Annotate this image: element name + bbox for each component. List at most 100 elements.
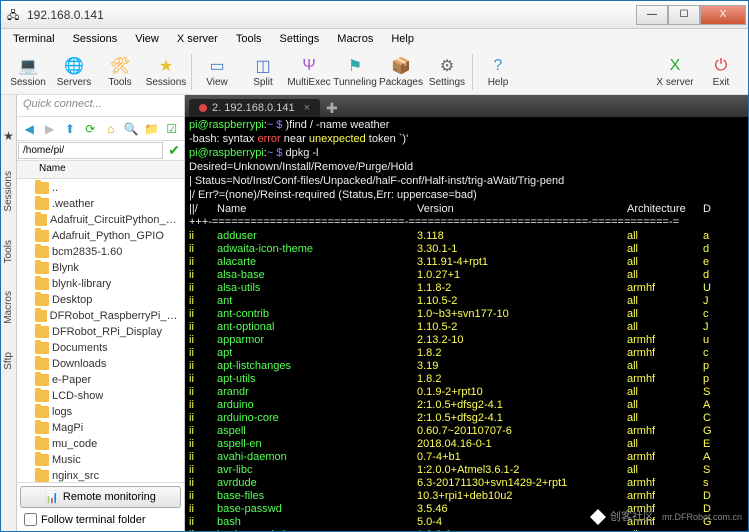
multiexec-icon: Ψ (299, 56, 319, 76)
folder-icon (35, 406, 49, 418)
file-item[interactable]: Music (19, 452, 182, 468)
star-icon[interactable]: ★ (2, 125, 15, 147)
x server-icon: X (665, 56, 685, 76)
folder-icon (35, 342, 49, 354)
toolbar-view-button[interactable]: ▭View (194, 51, 240, 93)
file-item[interactable]: Documents (19, 340, 182, 356)
app-icon: 🖧 (7, 7, 23, 23)
folder-icon (35, 470, 49, 482)
packages-icon: 📦 (391, 56, 411, 76)
file-item[interactable]: Desktop (19, 292, 182, 308)
forward-icon[interactable]: ▶ (41, 120, 57, 138)
watermark: 创客社区mr.DFRobot.com.cn (590, 509, 742, 525)
home-icon[interactable]: ⌂ (103, 120, 119, 138)
terminal-output[interactable]: pi@raspberrypi:~ $ )find / -name weather… (185, 117, 748, 531)
menu-help[interactable]: Help (383, 31, 422, 47)
parent-folder[interactable]: .. (19, 180, 182, 196)
menu-settings[interactable]: Settings (272, 31, 328, 47)
toolbar-split-button[interactable]: ◫Split (240, 51, 286, 93)
session-icon: 💻 (18, 56, 38, 76)
folder-icon (35, 438, 49, 450)
toolbar-x-server-button[interactable]: XX server (652, 51, 698, 93)
folder-icon (35, 214, 47, 226)
exit-icon: ⏻ (711, 56, 731, 76)
minimize-button[interactable]: — (636, 5, 668, 25)
folder-icon (35, 422, 49, 434)
file-item[interactable]: logs (19, 404, 182, 420)
folder-icon (35, 278, 49, 290)
file-item[interactable]: Downloads (19, 356, 182, 372)
file-item[interactable]: .weather (19, 196, 182, 212)
menu-sessions[interactable]: Sessions (65, 31, 126, 47)
menu-tools[interactable]: Tools (228, 31, 270, 47)
status-ok-icon: ✔ (168, 142, 180, 159)
folder-icon (35, 198, 49, 210)
folder-icon (35, 294, 49, 306)
file-item[interactable]: Adafruit_CircuitPython_SSD1... (19, 212, 182, 228)
tunneling-icon: ⚑ (345, 56, 365, 76)
folder-icon (35, 326, 49, 338)
file-item[interactable]: Blynk (19, 260, 182, 276)
toolbar-session-button[interactable]: 💻Session (5, 51, 51, 93)
folder-icon (35, 390, 49, 402)
file-item[interactable]: e-Paper (19, 372, 182, 388)
file-item[interactable]: mu_code (19, 436, 182, 452)
toolbar-exit-button[interactable]: ⏻Exit (698, 51, 744, 93)
toolbar-packages-button[interactable]: 📦Packages (378, 51, 424, 93)
up-icon[interactable]: ⬆ (62, 120, 78, 138)
maximize-button[interactable]: ☐ (668, 5, 700, 25)
toolbar-servers-button[interactable]: 🌐Servers (51, 51, 97, 93)
file-item[interactable]: blynk-library (19, 276, 182, 292)
menu-macros[interactable]: Macros (329, 31, 381, 47)
refresh-icon[interactable]: ⟳ (82, 120, 98, 138)
folder-icon[interactable]: 📁 (143, 120, 159, 138)
toolbar-tunneling-button[interactable]: ⚑Tunneling (332, 51, 378, 93)
servers-icon: 🌐 (64, 56, 84, 76)
file-item[interactable]: LCD-show (19, 388, 182, 404)
follow-terminal-checkbox[interactable] (24, 513, 37, 526)
side-tab-macros[interactable]: Macros (2, 287, 15, 328)
view-icon: ▭ (207, 56, 227, 76)
folder-icon (35, 310, 47, 322)
quick-connect-input[interactable]: Quick connect... (17, 95, 184, 117)
side-tab-sessions[interactable]: Sessions (2, 167, 15, 216)
menu-view[interactable]: View (127, 31, 167, 47)
file-item[interactable]: nginx_src (19, 468, 182, 482)
file-item[interactable]: DFRobot_RaspberryPi_A02YY... (19, 308, 182, 324)
back-icon[interactable]: ◀ (21, 120, 37, 138)
folder-icon (35, 358, 49, 370)
folder-icon (35, 454, 49, 466)
toolbar-multiexec-button[interactable]: ΨMultiExec (286, 51, 332, 93)
close-button[interactable]: X (700, 5, 746, 25)
toggle-icon[interactable]: ☑ (164, 120, 180, 138)
folder-icon (35, 262, 49, 274)
remote-monitoring-button[interactable]: 📊 Remote monitoring (20, 486, 181, 508)
file-item[interactable]: bcm2835-1.60 (19, 244, 182, 260)
toolbar-sessions-button[interactable]: ★Sessions (143, 51, 189, 93)
toolbar-tools-button[interactable]: 🛠Tools (97, 51, 143, 93)
follow-terminal-label: Follow terminal folder (41, 514, 146, 526)
find-icon[interactable]: 🔍 (123, 120, 139, 138)
folder-icon (35, 374, 49, 386)
file-item[interactable]: MagPi (19, 420, 182, 436)
toolbar-settings-button[interactable]: ⚙Settings (424, 51, 470, 93)
terminal-tab[interactable]: 2. 192.168.0.141 × (189, 99, 320, 117)
path-input[interactable]: /home/pi/ (18, 142, 163, 159)
window-title: 192.168.0.141 (27, 8, 636, 22)
menu-x-server[interactable]: X server (169, 31, 226, 47)
tools-icon: 🛠 (110, 56, 130, 76)
file-item[interactable]: Adafruit_Python_GPIO (19, 228, 182, 244)
add-tab-button[interactable]: ✚ (326, 100, 338, 117)
file-header-name[interactable]: Name (17, 161, 184, 179)
split-icon: ◫ (253, 56, 273, 76)
tab-close-icon[interactable]: × (304, 102, 310, 114)
toolbar-help-button[interactable]: ?Help (475, 51, 521, 93)
monitor-icon: 📊 (45, 491, 59, 504)
settings-icon: ⚙ (437, 56, 457, 76)
menu-terminal[interactable]: Terminal (5, 31, 63, 47)
side-tab-tools[interactable]: Tools (2, 236, 15, 267)
side-tab-sftp[interactable]: Sftp (2, 348, 15, 374)
file-item[interactable]: DFRobot_RPi_Display (19, 324, 182, 340)
folder-icon (35, 246, 49, 258)
sessions-icon: ★ (156, 56, 176, 76)
